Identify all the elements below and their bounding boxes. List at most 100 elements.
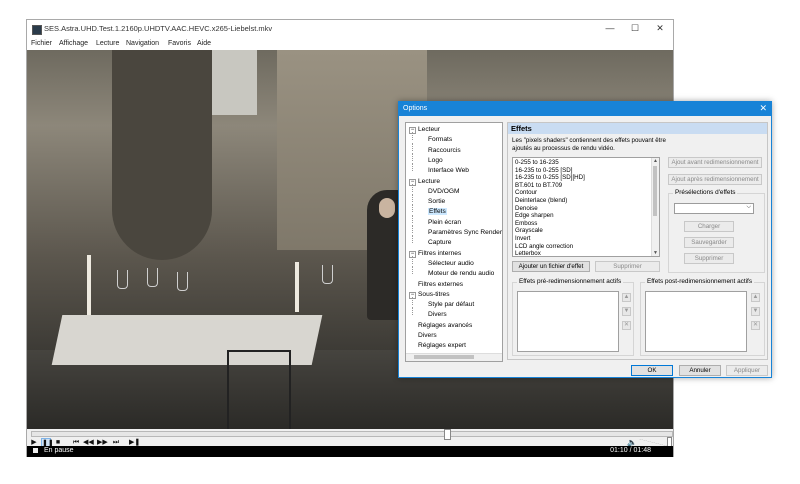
status-text: En pause xyxy=(44,447,74,454)
tree-item[interactable]: Moteur de rendu audio xyxy=(428,270,494,277)
maximize-button[interactable]: ☐ xyxy=(623,21,647,35)
tree-item[interactable]: Style par défaut xyxy=(428,301,474,308)
video-candle xyxy=(87,255,91,315)
tree-item[interactable]: Réglages avancés xyxy=(418,322,472,329)
tree-item[interactable]: Filtres internes xyxy=(418,250,461,257)
ok-button[interactable]: OK xyxy=(631,365,673,376)
shader-list-item[interactable]: 16-235 to 0-255 [SD][HD] xyxy=(515,174,585,181)
scroll-up-icon[interactable]: ▲ xyxy=(653,158,658,164)
menu-fichier[interactable]: Fichier xyxy=(31,40,52,47)
remove-icon[interactable]: ✕ xyxy=(751,321,760,330)
dialog-title: Options xyxy=(403,105,428,112)
apply-button[interactable]: Appliquer xyxy=(726,365,768,376)
tree-connector xyxy=(412,142,413,151)
add-before-resize-button[interactable]: Ajout avant redimensionnement xyxy=(668,157,762,168)
cancel-button[interactable]: Annuler xyxy=(679,365,721,376)
shader-list-scrollbar[interactable]: ▲ ▼ xyxy=(651,158,659,256)
tree-item[interactable]: Sélecteur audio xyxy=(428,260,474,267)
tree-horizontal-scrollbar[interactable] xyxy=(406,353,502,361)
panel-heading: Effets xyxy=(511,124,532,133)
move-up-icon[interactable]: ▲ xyxy=(751,293,760,302)
shader-list-item[interactable]: BT.601 to BT.709 xyxy=(515,182,562,189)
load-preset-button[interactable]: Charger xyxy=(684,221,734,232)
menu-bar: Fichier Affichage Lecture Navigation Fav… xyxy=(27,38,673,50)
move-up-icon[interactable]: ▲ xyxy=(622,293,631,302)
tree-connector xyxy=(412,163,413,172)
add-effect-file-button[interactable]: Ajouter un fichier d'effet xyxy=(512,261,590,272)
tree-item[interactable]: Plein écran xyxy=(428,219,461,226)
close-button[interactable]: ✕ xyxy=(648,21,672,35)
menu-affichage[interactable]: Affichage xyxy=(59,40,88,47)
shader-list-item[interactable]: Letterbox xyxy=(515,250,541,256)
options-tree[interactable]: − Lecteur Formats Raccourcis Logo Interface W… xyxy=(405,122,503,362)
tree-item[interactable]: Lecture xyxy=(418,178,440,185)
tree-item[interactable]: Formats xyxy=(428,136,452,143)
video-glass xyxy=(322,265,333,284)
add-after-resize-button[interactable]: Ajout après redimensionnement xyxy=(668,174,762,185)
tree-connector xyxy=(412,204,413,213)
dialog-title-bar[interactable]: Options ✕ xyxy=(399,102,771,116)
tree-item[interactable]: Lecteur xyxy=(418,126,440,133)
tree-item[interactable]: Sous-titres xyxy=(418,291,450,298)
tree-item[interactable]: Capture xyxy=(428,239,451,246)
tree-connector xyxy=(412,183,413,192)
video-arch xyxy=(112,50,212,260)
tree-item[interactable]: Logo xyxy=(428,157,443,164)
menu-favoris[interactable]: Favoris xyxy=(168,40,191,47)
shader-list-item[interactable]: LCD angle correction xyxy=(515,243,573,250)
tree-item[interactable]: Interface Web xyxy=(428,167,469,174)
tree-scroll-thumb[interactable] xyxy=(414,355,474,359)
tree-item[interactable]: Divers xyxy=(418,332,437,339)
menu-aide[interactable]: Aide xyxy=(197,40,211,47)
tree-item[interactable]: Réglages expert xyxy=(418,342,466,349)
effects-panel: Effets Les "pixels shaders" contiennent … xyxy=(507,122,768,360)
shader-list-item[interactable]: Edge sharpen xyxy=(515,212,554,219)
tree-item[interactable]: Divers xyxy=(428,311,447,318)
tree-connector xyxy=(412,214,413,223)
preset-select[interactable]: ⌵ xyxy=(674,203,754,214)
move-down-icon[interactable]: ▼ xyxy=(622,307,631,316)
minimize-button[interactable]: — xyxy=(598,21,622,35)
shader-list-item[interactable]: Contour xyxy=(515,189,537,196)
tree-item[interactable]: DVD/OGM xyxy=(428,188,460,195)
title-bar[interactable]: SES.Astra.UHD.Test.1.2160p.UHDTV.AAC.HEV… xyxy=(27,20,673,38)
post-resize-list[interactable] xyxy=(645,291,747,352)
shader-list-item[interactable]: 0-255 to 16-235 xyxy=(515,159,559,166)
dialog-close-button[interactable]: ✕ xyxy=(759,103,767,114)
seek-bar[interactable] xyxy=(31,429,673,440)
tree-item[interactable]: Sortie xyxy=(428,198,445,205)
tree-connector xyxy=(412,152,413,161)
shader-list-item[interactable]: Deinterlace (blend) xyxy=(515,197,567,204)
video-face xyxy=(379,198,395,218)
shader-scroll-thumb[interactable] xyxy=(653,166,657,216)
tree-item[interactable]: Paramètres Sync Render xyxy=(428,229,502,236)
save-preset-button[interactable]: Sauvegarder xyxy=(684,237,734,248)
tree-connector xyxy=(412,235,413,244)
app-icon xyxy=(32,25,42,35)
shader-list-item[interactable]: Grayscale xyxy=(515,227,543,234)
pre-resize-group: Effets pré-redimensionnement actifs ▲ ▼ … xyxy=(512,278,634,356)
tree-item[interactable]: Filtres externes xyxy=(418,281,463,288)
remove-icon[interactable]: ✕ xyxy=(622,321,631,330)
delete-effect-button[interactable]: Supprimer xyxy=(595,261,660,272)
shader-list-item[interactable]: Invert xyxy=(515,235,530,242)
menu-lecture[interactable]: Lecture xyxy=(96,40,119,47)
tree-connector xyxy=(412,307,413,316)
pre-resize-list[interactable] xyxy=(517,291,619,352)
video-candle xyxy=(295,262,299,312)
delete-preset-button[interactable]: Supprimer xyxy=(684,253,734,264)
shader-list-item[interactable]: Denoise xyxy=(515,205,538,212)
shader-list[interactable]: ▲ ▼ 0-255 to 16-235 16-235 to 0-255 [SD] 1… xyxy=(512,157,660,257)
tree-item[interactable]: Raccourcis xyxy=(428,147,461,154)
panel-description: Les "pixels shaders" contiennent des eff… xyxy=(512,137,666,152)
tree-item[interactable]: Effets xyxy=(428,208,447,216)
tree-connector xyxy=(412,132,413,141)
menu-navigation[interactable]: Navigation xyxy=(126,40,159,47)
tree-connector xyxy=(412,255,413,264)
scroll-down-icon[interactable]: ▼ xyxy=(653,250,658,256)
shader-list-item[interactable]: 16-235 to 0-255 [SD] xyxy=(515,167,572,174)
shader-list-item[interactable]: Emboss xyxy=(515,220,537,227)
video-chair xyxy=(227,350,291,429)
tree-connector xyxy=(412,297,413,306)
move-down-icon[interactable]: ▼ xyxy=(751,307,760,316)
